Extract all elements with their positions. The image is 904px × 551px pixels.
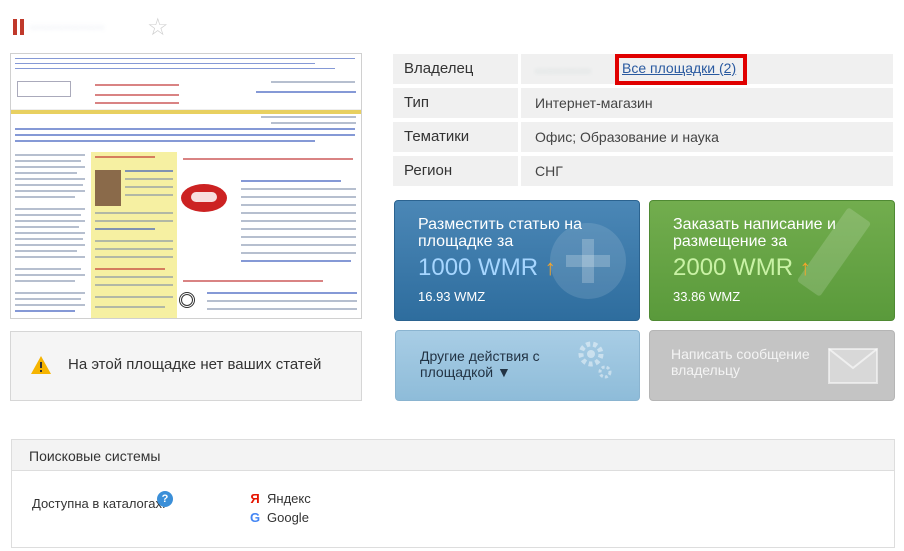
type-value: Интернет-магазин — [521, 88, 893, 118]
order-writing-button[interactable]: Заказать написание и размещение за 2000 … — [649, 200, 895, 321]
engine-name: Google — [267, 510, 309, 525]
warning-icon — [31, 356, 51, 374]
catalogs-label: Доступна в каталогах: — [32, 496, 166, 511]
owner-name[interactable]: ············ — [535, 62, 617, 78]
place-article-title: Разместить статью на площадке за — [418, 216, 583, 250]
owner-label: Владелец — [393, 54, 518, 84]
star-icon[interactable]: ☆ — [147, 14, 169, 42]
engine-yandex: Я Яндекс — [247, 491, 311, 506]
arrow-up-icon: ↑ — [544, 255, 556, 280]
other-actions-button[interactable]: Другие действия с площадкой ▼ — [395, 330, 640, 401]
google-icon: G — [249, 510, 261, 525]
type-label: Тип — [393, 88, 518, 118]
site-name[interactable]: ·············· — [30, 19, 142, 39]
order-writing-title: Заказать написание и размещение за — [673, 216, 836, 250]
region-value: СНГ — [521, 156, 893, 186]
place-article-button[interactable]: Разместить статью на площадке за 1000 WM… — [394, 200, 640, 321]
order-writing-price-wmz: 33.86 WMZ — [673, 289, 741, 304]
site-thumbnail[interactable] — [10, 53, 362, 319]
pause-icon[interactable] — [13, 19, 25, 35]
topics-value: Офис; Образование и наука — [521, 122, 893, 152]
no-articles-text: На этой площадке нет ваших статей — [68, 356, 322, 373]
topics-label: Тематики — [393, 122, 518, 152]
all-sites-link[interactable]: Все площадки (2) — [615, 54, 747, 85]
type-row: Тип Интернет-магазин — [393, 88, 893, 118]
topics-row: Тематики Офис; Образование и наука — [393, 122, 893, 152]
search-systems-panel: Поисковые системы Доступна в каталогах: … — [11, 439, 895, 548]
search-systems-title: Поисковые системы — [12, 440, 894, 471]
place-article-price: 1000 WMR ↑ — [418, 254, 556, 281]
order-writing-price: 2000 WMR ↑ — [673, 254, 811, 281]
region-label: Регион — [393, 156, 518, 186]
help-icon[interactable]: ? — [157, 491, 173, 507]
no-articles-notice: На этой площадке нет ваших статей — [10, 331, 362, 401]
yandex-icon: Я — [250, 491, 260, 506]
arrow-up-icon: ↑ — [799, 255, 811, 280]
place-article-price-wmz: 16.93 WMZ — [418, 289, 486, 304]
message-owner-title: Написать сообщение владельцу — [671, 346, 810, 378]
engine-google: G Google — [247, 510, 309, 525]
other-actions-title: Другие действия с площадкой ▼ — [420, 348, 540, 380]
message-owner-button[interactable]: Написать сообщение владельцу — [649, 330, 895, 401]
engine-name: Яндекс — [267, 491, 311, 506]
region-row: Регион СНГ — [393, 156, 893, 186]
